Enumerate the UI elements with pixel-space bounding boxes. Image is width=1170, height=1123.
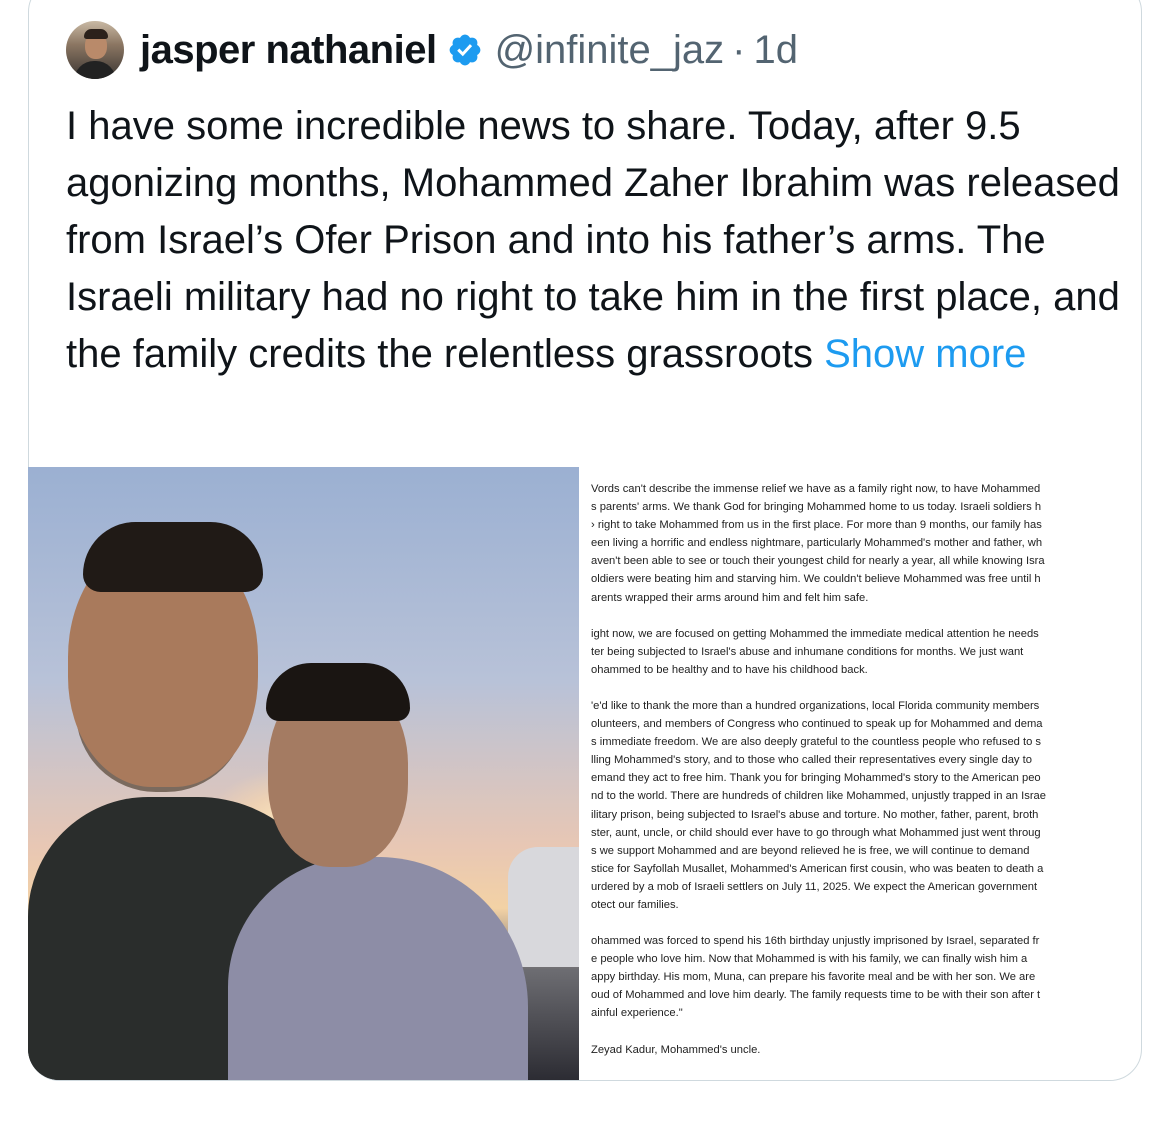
statement-line: stice for Sayfollah Musallet, Mohammed's… <box>591 862 1044 875</box>
verified-badge-icon <box>449 34 480 66</box>
statement-line: ohammed was forced to spend his 16th bir… <box>591 935 1040 948</box>
display-name[interactable]: jasper nathaniel <box>140 28 437 73</box>
statement-line: s parents' arms. We thank God for bringi… <box>591 501 1042 514</box>
tweet-header: jasper nathaniel @infinite_jaz · 1d <box>66 21 799 79</box>
statement-line: oud of Mohammed and love him dearly. The… <box>591 989 1041 1002</box>
statement-line: s we support Mohammed and are beyond rel… <box>591 844 1030 857</box>
statement-line: otect our families. <box>591 898 679 911</box>
statement-line: ilitary prison, being subjected to Israe… <box>591 808 1039 821</box>
statement-line: arents wrapped their arms around him and… <box>591 591 869 604</box>
statement-line: s immediate freedom. We are also deeply … <box>591 736 1042 749</box>
statement-line: 'e'd like to thank the more than a hundr… <box>591 699 1040 712</box>
statement-line: ainful experience." <box>591 1007 683 1020</box>
statement-line: oldiers were beating him and starving hi… <box>591 573 1041 586</box>
statement-line: ohammed to be healthy and to have his ch… <box>591 663 868 676</box>
family-statement-image[interactable]: Vords can't describe the immense relief … <box>579 467 1140 1080</box>
photo-father-and-son[interactable] <box>28 467 579 1080</box>
tweet-media[interactable]: Vords can't describe the immense relief … <box>28 467 1140 1080</box>
timestamp[interactable]: 1d <box>754 28 799 73</box>
show-more-link[interactable]: Show more <box>824 332 1026 376</box>
statement-line: een living a horrific and endless nightm… <box>591 537 1043 550</box>
statement-line: ster, aunt, uncle, or child should ever … <box>591 826 1041 839</box>
statement-line: Zeyad Kadur, Mohammed's uncle. <box>591 1043 761 1056</box>
statement-line: e people who love him. Now that Mohammed… <box>591 953 1028 966</box>
user-handle[interactable]: @infinite_jaz <box>495 28 725 73</box>
statement-line: aven't been able to see or touch their y… <box>591 555 1045 568</box>
statement-line: urdered by a mob of Israeli settlers on … <box>591 880 1038 893</box>
statement-line: › right to take Mohammed from us in the … <box>591 519 1042 532</box>
tweet-text: I have some incredible news to share. To… <box>66 98 1126 383</box>
statement-line: ter being subjected to Israel's abuse an… <box>591 645 1024 658</box>
avatar[interactable] <box>66 21 124 79</box>
statement-line: ight now, we are focused on getting Moha… <box>591 627 1039 640</box>
statement-line: Vords can't describe the immense relief … <box>591 483 1041 495</box>
statement-line: appy birthday. His mom, Muna, can prepar… <box>591 971 1036 984</box>
statement-line: nd to the world. There are hundreds of c… <box>591 790 1047 803</box>
statement-text: Vords can't describe the immense relief … <box>591 480 1140 1059</box>
statement-line: lling Mohammed's story, and to those who… <box>591 754 1032 767</box>
separator-dot: · <box>732 27 746 72</box>
statement-line: olunteers, and members of Congress who c… <box>591 718 1043 731</box>
statement-line: emand they act to free him. Thank you fo… <box>591 772 1041 785</box>
